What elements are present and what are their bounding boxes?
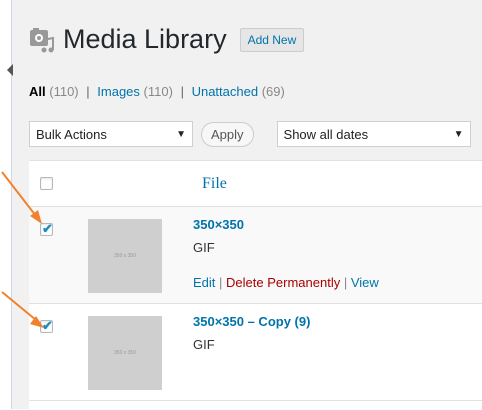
media-thumbnail[interactable]: 350 x 350	[88, 219, 162, 293]
row-checkbox[interactable]	[40, 221, 53, 237]
filter-unattached[interactable]: Unattached	[192, 84, 259, 99]
action-separator: |	[219, 275, 223, 290]
media-file-type: GIF	[193, 337, 215, 352]
table-row: 350 x 350 350×350 GIF Edit | Delete Perm…	[29, 207, 482, 304]
table-row: 350 x 350 350×350 – Copy (9) GIF	[29, 304, 482, 401]
filter-images[interactable]: Images	[97, 84, 140, 99]
filter-unattached-count: (69)	[261, 84, 285, 99]
admin-menu-notch	[7, 64, 13, 76]
view-link[interactable]: View	[351, 275, 379, 290]
media-file-type: GIF	[193, 240, 215, 255]
table-header: File	[29, 161, 482, 207]
media-library-icon	[29, 26, 55, 54]
add-new-button[interactable]: Add New	[239, 27, 305, 52]
media-title-link[interactable]: 350×350 – Copy (9)	[193, 314, 310, 329]
edit-link[interactable]: Edit	[193, 275, 215, 290]
date-filter-value: Show all dates	[283, 126, 369, 142]
select-all-checkbox[interactable]	[40, 177, 53, 190]
filter-separator: |	[180, 84, 184, 99]
bulk-actions-select[interactable]: Bulk Actions ▼	[29, 121, 193, 147]
row-actions: Edit | Delete Permanently | View	[193, 275, 379, 290]
caret-down-icon: ▼	[176, 128, 186, 140]
caret-down-icon: ▼	[453, 128, 464, 140]
row-checkbox[interactable]	[40, 318, 53, 334]
apply-button[interactable]: Apply	[201, 121, 254, 147]
media-thumbnail[interactable]: 350 x 350	[88, 316, 162, 390]
filter-images-count: (110)	[143, 84, 173, 99]
filter-all-count: (110)	[49, 84, 79, 99]
delete-permanently-link[interactable]: Delete Permanently	[226, 275, 340, 290]
media-title-link[interactable]: 350×350	[193, 217, 244, 232]
column-file-header[interactable]: File	[202, 175, 227, 193]
filter-all[interactable]: All	[29, 84, 46, 99]
media-table: File 350 x 350 350×350 GIF Edit | Delete…	[29, 160, 482, 410]
page-title: Media Library	[63, 24, 227, 54]
filter-separator: |	[86, 84, 90, 99]
action-separator: |	[343, 275, 348, 290]
media-filter-links: All (110) | Images (110) | Unattached (6…	[29, 84, 285, 99]
date-filter-select[interactable]: Show all dates ▼	[276, 121, 471, 147]
table-controls: Bulk Actions ▼ Apply Show all dates ▼	[29, 121, 471, 147]
bulk-actions-value: Bulk Actions	[36, 126, 107, 142]
page-header: Media Library Add New	[29, 24, 305, 55]
